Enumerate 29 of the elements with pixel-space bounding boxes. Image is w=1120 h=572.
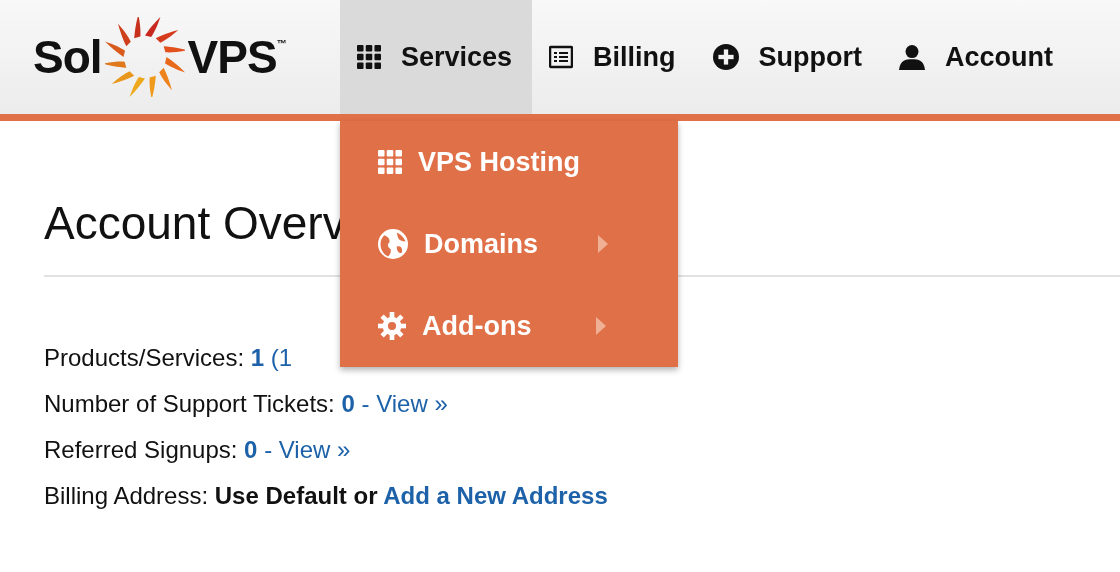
logo-text: Sol	[33, 30, 102, 84]
field-label: Referred Signups:	[44, 436, 239, 463]
person-icon	[899, 44, 926, 70]
link[interactable]: 1	[250, 344, 265, 371]
list-icon	[549, 45, 574, 69]
nav-tab[interactable]: Account	[882, 0, 1074, 114]
logo-text: VPS	[187, 30, 277, 84]
grid-icon	[357, 45, 381, 69]
submenu-arrow-icon	[596, 317, 606, 335]
nav-tab[interactable]: Support	[695, 0, 883, 114]
submenu-arrow-icon	[598, 235, 608, 253]
field-label: Products/Services:	[44, 344, 246, 371]
link[interactable]: 0	[341, 390, 355, 417]
nav-tab[interactable]: Billing	[532, 0, 696, 114]
link[interactable]: (1	[264, 344, 293, 371]
sun-logo-icon	[104, 17, 185, 97]
bold-text: Use Default or	[214, 482, 379, 509]
link[interactable]: 0	[244, 436, 258, 463]
menu-item[interactable]: Add-ons	[340, 285, 678, 367]
gear-icon	[378, 312, 406, 340]
grid-icon	[378, 150, 402, 174]
trademark-mark: ™	[276, 38, 287, 49]
globe-icon	[378, 229, 408, 259]
link[interactable]: - View »	[257, 436, 351, 463]
link[interactable]: - View »	[354, 390, 448, 417]
link[interactable]: Add a New Address	[383, 482, 608, 509]
field-label: Number of Support Tickets:	[44, 390, 336, 417]
plus-circle-icon	[712, 44, 739, 70]
field-label: Billing Address:	[44, 482, 210, 509]
